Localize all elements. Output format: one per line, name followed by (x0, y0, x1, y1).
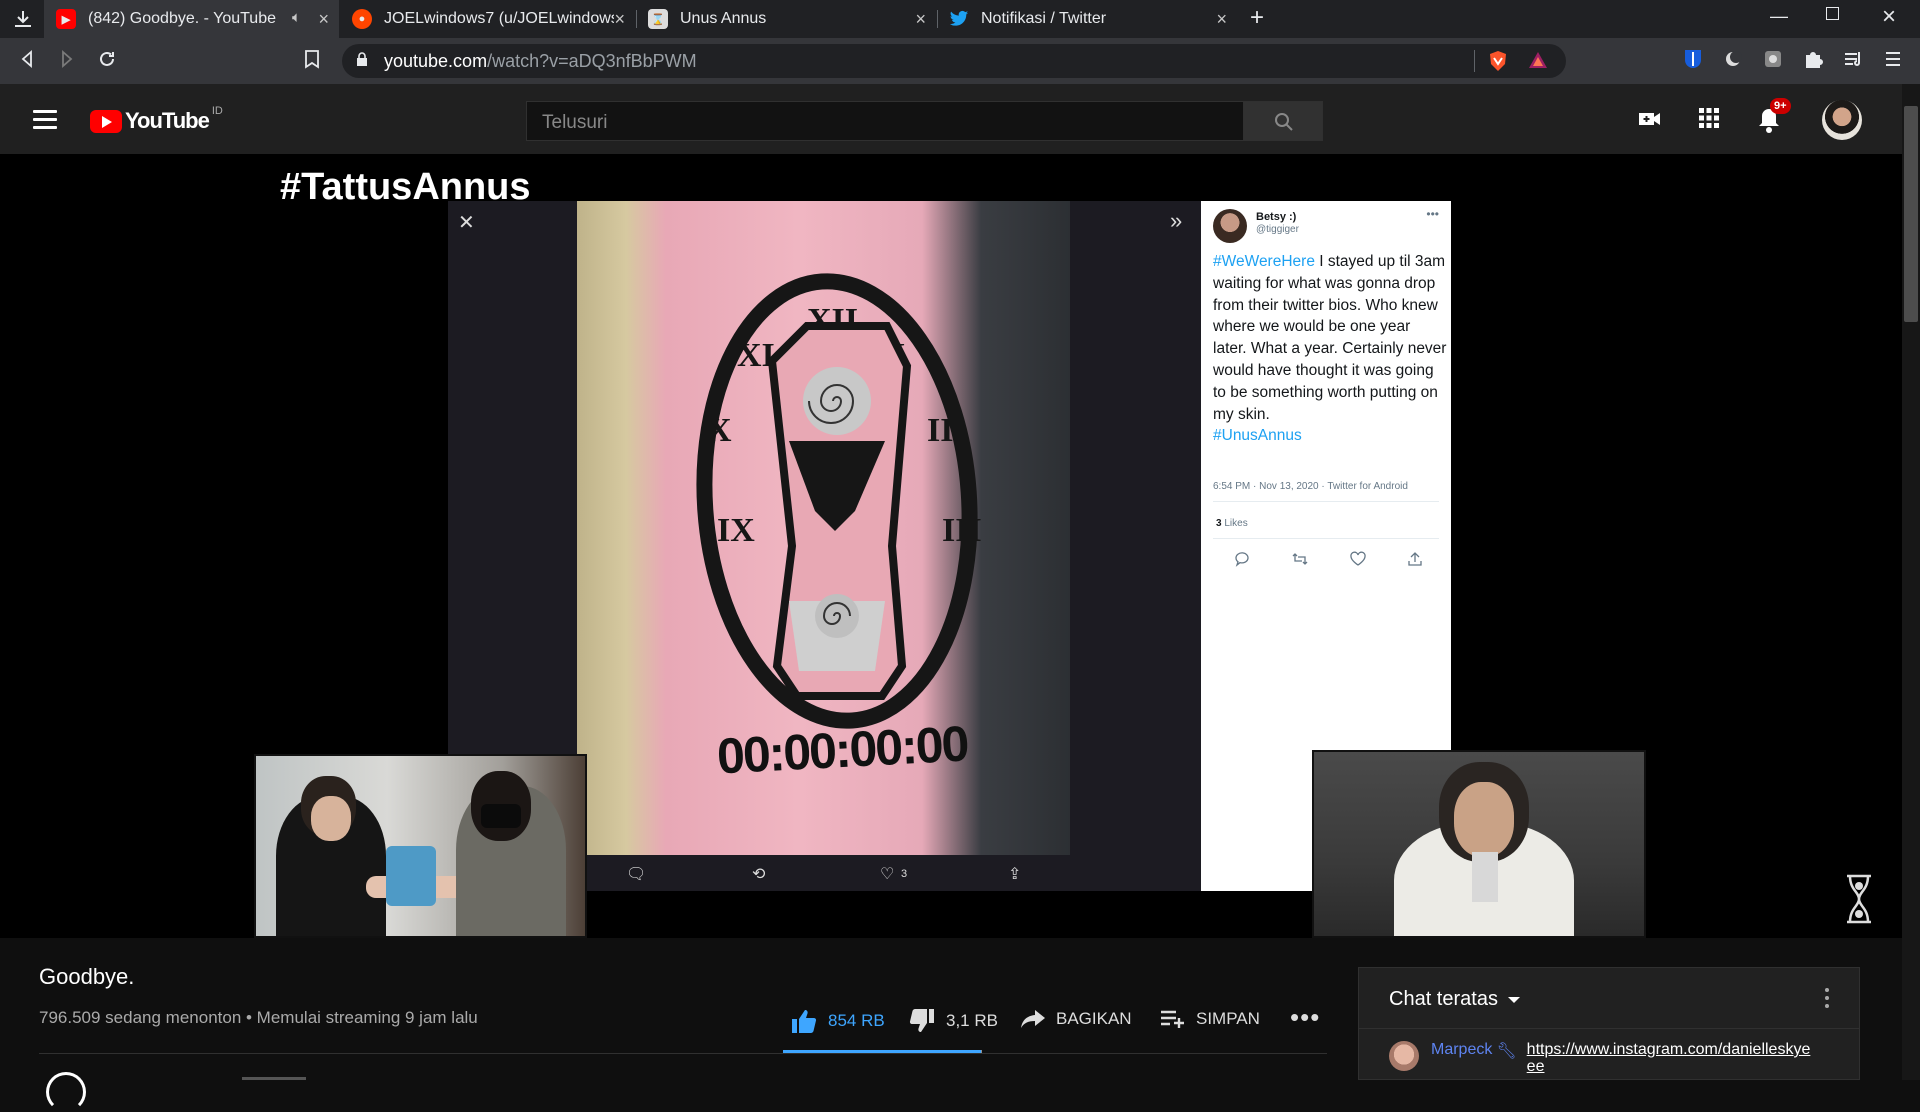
tab-unus-annus[interactable]: ⌛ Unus Annus × (636, 0, 936, 38)
playlist-add-icon (1161, 1010, 1184, 1028)
share-arrow-icon (1021, 1010, 1045, 1028)
like-button[interactable]: 854 RB (790, 1008, 885, 1034)
retweet-icon: ⟲ (752, 866, 766, 883)
extension-dark-mode-icon[interactable] (1722, 48, 1744, 70)
reddit-icon: ● (352, 9, 372, 29)
heart-icon: ♡ (880, 866, 895, 883)
webcam-inset-host (1312, 750, 1646, 938)
share-icon (1408, 552, 1422, 566)
bitwarden-icon[interactable] (1682, 48, 1704, 70)
overlay-heading: #TattusAnnus (280, 166, 531, 208)
divider (39, 1053, 1327, 1054)
browser-menu-icon[interactable] (1882, 48, 1904, 70)
restore-icon[interactable] (1826, 7, 1839, 20)
video-player[interactable]: ✕ » XIIIII IIIIXXXI 00:00:00:00 🗨︎ ⟲ ♡ 3… (0, 154, 1902, 938)
reply-icon (1235, 552, 1249, 567)
notification-badge: 9+ (1770, 98, 1791, 114)
close-tab-icon[interactable]: × (614, 9, 625, 30)
youtube-play-icon (90, 109, 122, 133)
retweet-icon (1292, 553, 1308, 565)
scrollbar-thumb[interactable] (1904, 106, 1918, 322)
tweet-avatar (1213, 209, 1247, 243)
minimize-icon[interactable]: — (1770, 6, 1788, 27)
tab-reddit[interactable]: ● JOELwindows7 (u/JOELwindows7) × (340, 0, 635, 38)
clock-coffin-tattoo: XIIIII IIIIXXXI (696, 273, 982, 729)
tweet-overlay-actions: 🗨︎ ⟲ ♡ 3 ⇪ (626, 866, 1022, 883)
user-avatar[interactable] (1822, 100, 1862, 140)
unus-annus-icon: ⌛ (648, 9, 668, 29)
speaker-muted-icon[interactable]: 🔈︎ (292, 9, 301, 26)
chat-message-link[interactable]: https://www.instagram.com/danielleskyeee (1527, 1041, 1817, 1075)
reply-icon: 🗨︎ (626, 866, 647, 883)
channel-avatar[interactable] (46, 1072, 86, 1112)
youtube-header: YouTube ID Telusuri 9+ (0, 84, 1920, 154)
svg-text:IX: IX (717, 512, 755, 549)
browser-tab-bar: ▶ (842) Goodbye. - YouTube 🔈︎ × ● JOELwi… (0, 0, 1920, 38)
tattoo-photo: XIIIII IIIIXXXI 00:00:00:00 (577, 201, 1070, 855)
reload-icon[interactable] (97, 49, 117, 69)
more-actions-button[interactable]: ••• (1290, 1002, 1320, 1033)
brave-shield-icon[interactable] (1488, 50, 1508, 72)
save-button[interactable]: SIMPAN (1160, 1008, 1260, 1030)
more-dots-icon: ••• (1290, 1002, 1321, 1032)
extension-screenshot-icon[interactable] (1762, 48, 1784, 70)
youtube-logo[interactable]: YouTube ID (90, 105, 223, 134)
chat-mode-dropdown[interactable]: Chat teratas (1389, 988, 1520, 1011)
dislike-button[interactable]: 3,1 RB (908, 1008, 998, 1034)
heart-icon (1350, 551, 1366, 566)
close-tab-icon[interactable]: × (318, 9, 329, 30)
address-bar[interactable]: youtube.com/watch?v=aDQ3nfBbPWM (342, 44, 1566, 78)
search-button[interactable] (1243, 101, 1323, 141)
chevron-right-double-icon: » (1170, 208, 1183, 233)
share-icon: ⇪ (1008, 866, 1022, 883)
youtube-icon: ▶ (56, 9, 76, 29)
tweet-text: #WeWereHere I stayed up til 3am waiting … (1213, 253, 1447, 445)
apps-grid-icon[interactable] (1697, 106, 1721, 130)
chat-menu-icon[interactable] (1825, 988, 1829, 1012)
chat-author-avatar (1389, 1041, 1419, 1071)
twitter-icon (949, 9, 969, 29)
more-options-icon: ••• (1426, 207, 1439, 221)
video-meta: 796.509 sedang menonton • Memulai stream… (39, 1008, 478, 1027)
brave-rewards-icon[interactable] (1528, 51, 1548, 69)
guide-menu-icon[interactable] (33, 110, 57, 129)
extensions-puzzle-icon[interactable] (1802, 48, 1824, 70)
thumbs-down-icon (909, 1008, 934, 1032)
caret-down-icon (1507, 996, 1520, 1003)
search-icon (1275, 113, 1293, 131)
chat-message: Marpeck 🔧︎ https://www.instagram.com/dan… (1389, 1041, 1817, 1075)
lock-icon (357, 52, 367, 66)
video-title: Goodbye. (39, 964, 135, 989)
tweet-likes: 3 Likes (1216, 518, 1248, 529)
moderator-wrench-icon: 🔧︎ (1496, 1043, 1517, 1060)
url-text: youtube.com/watch?v=aDQ3nfBbPWM (384, 51, 697, 71)
live-chat-panel: Chat teratas Marpeck 🔧︎ https://www.inst… (1358, 967, 1860, 1080)
webcam-inset-tattoo-session (254, 754, 587, 938)
close-tab-icon[interactable]: × (1216, 9, 1227, 30)
svg-text:III: III (942, 512, 982, 549)
create-video-icon[interactable] (1637, 106, 1663, 132)
media-control-icon[interactable] (1842, 48, 1864, 70)
close-window-icon[interactable]: × (1882, 3, 1896, 31)
thumbs-up-icon (792, 1010, 817, 1034)
hourglass-icon (1847, 874, 1871, 924)
tattoo-timer-text: 00:00:00:00 (715, 715, 969, 785)
new-tab-icon[interactable]: + (1250, 4, 1264, 32)
bookmark-icon[interactable] (304, 49, 320, 69)
share-button[interactable]: BAGIKAN (1020, 1008, 1132, 1030)
tab-youtube[interactable]: ▶ (842) Goodbye. - YouTube 🔈︎ × (44, 0, 339, 38)
forward-icon[interactable] (58, 50, 76, 68)
svg-text:X: X (707, 412, 732, 449)
tab-twitter[interactable]: Notifikasi / Twitter × (937, 0, 1237, 38)
chat-author-name[interactable]: Marpeck (1431, 1041, 1492, 1059)
svg-text:II: II (927, 412, 953, 449)
search-input[interactable]: Telusuri (526, 101, 1244, 141)
close-tab-icon[interactable]: × (915, 9, 926, 30)
back-icon[interactable] (18, 50, 36, 68)
close-icon: ✕ (458, 212, 475, 234)
downloads-icon[interactable] (12, 8, 34, 30)
